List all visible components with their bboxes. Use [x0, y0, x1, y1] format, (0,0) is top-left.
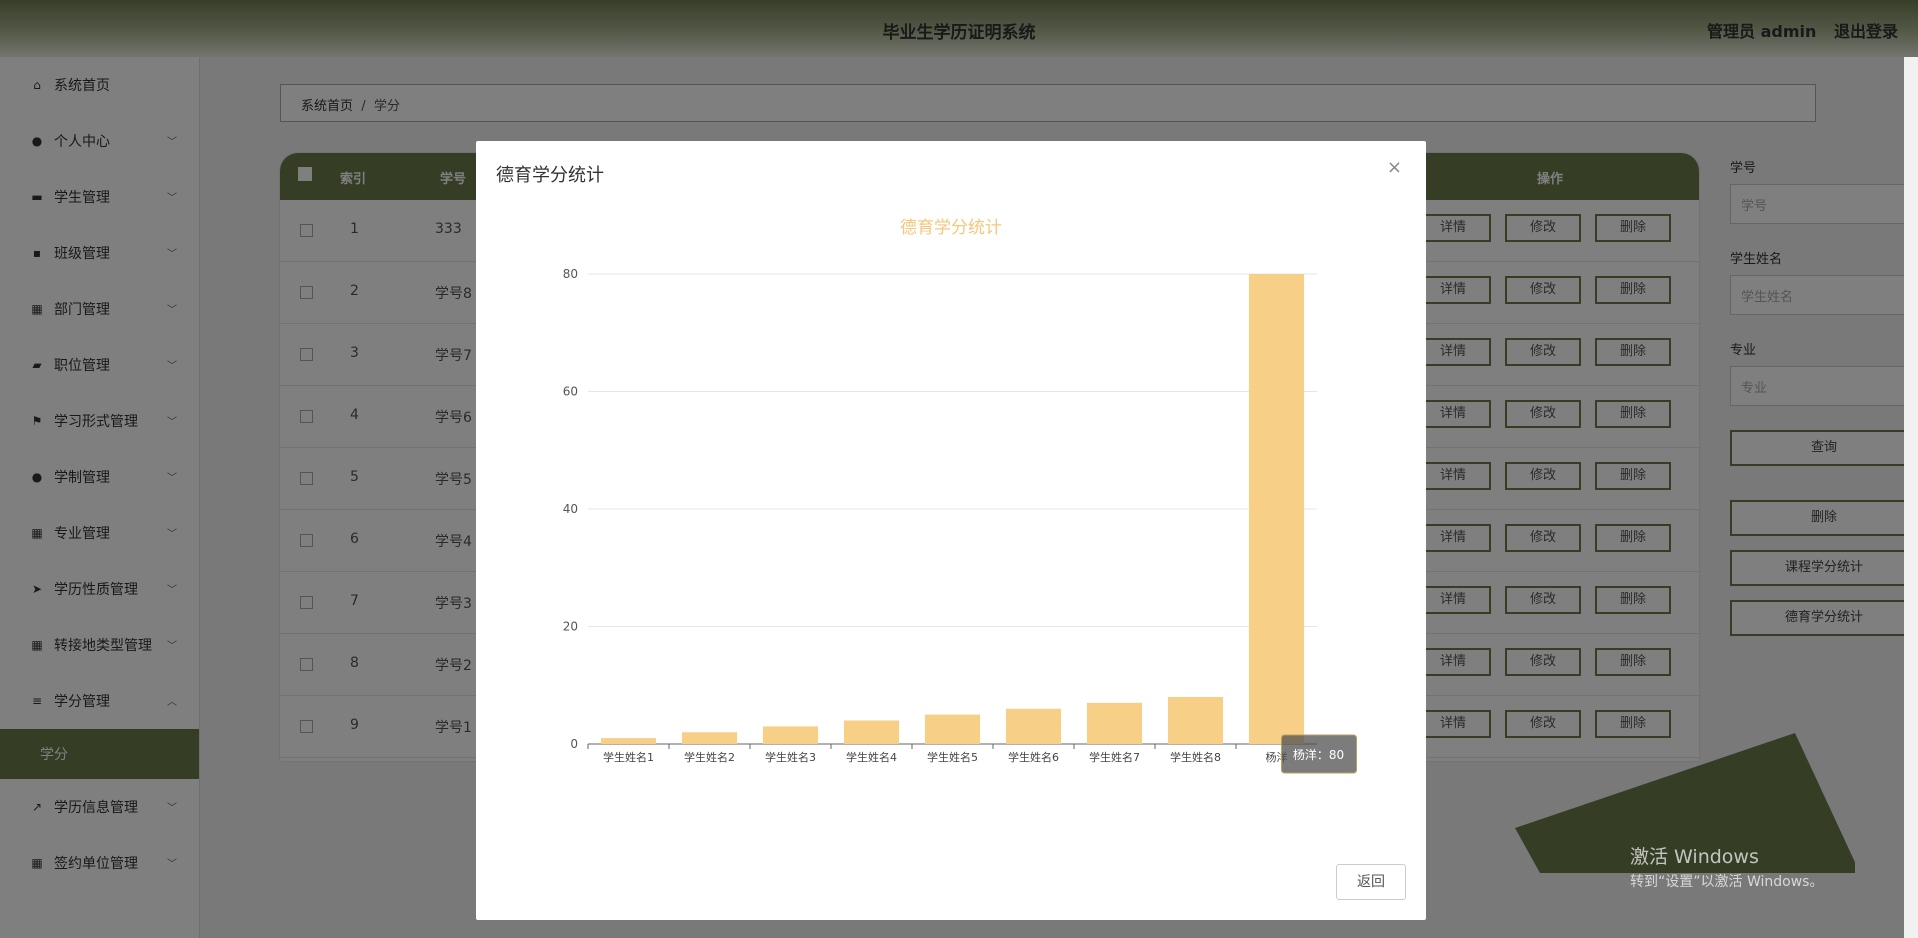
tooltip-text: 杨洋：80 [1293, 747, 1344, 762]
bar [843, 720, 900, 744]
y-tick-label: 40 [563, 502, 578, 516]
bar [1086, 702, 1143, 744]
bar [1005, 708, 1062, 744]
x-tick-label: 学生姓名4 [846, 750, 897, 764]
modal-title: 德育学分统计 [496, 165, 604, 186]
windows-watermark: 激活 Windows 转到“设置”以激活 Windows。 [1630, 842, 1823, 891]
x-tick-label: 学生姓名2 [684, 750, 735, 764]
y-tick-label: 80 [563, 267, 578, 281]
back-button[interactable]: 返回 [1336, 864, 1406, 900]
y-tick-label: 60 [563, 385, 578, 399]
x-tick-label: 学生姓名5 [927, 750, 978, 764]
close-icon[interactable]: × [1387, 157, 1402, 178]
bar [924, 714, 981, 744]
x-tick-label: 学生姓名8 [1170, 750, 1221, 764]
bar [681, 732, 738, 744]
y-tick-label: 0 [570, 737, 578, 751]
x-tick-label: 学生姓名3 [765, 750, 816, 764]
x-tick-label: 学生姓名1 [603, 750, 654, 764]
chart-svg: 德育学分统计 0 20 40 60 80 学生姓名1 学生姓名2 学生姓名3 学生姓名4 学生姓名5… [563, 218, 1357, 774]
x-tick-label: 学生姓名7 [1089, 750, 1140, 764]
watermark-line1: 激活 Windows [1630, 846, 1759, 868]
stats-modal: 德育学分统计 × 德育学分统计 0 20 40 60 80 学生姓名1 学生姓名2 学生姓名3 学… [476, 141, 1426, 920]
page-scrollbar[interactable] [1904, 57, 1918, 938]
bar [1167, 697, 1224, 744]
bar [762, 726, 819, 744]
x-tick-label: 学生姓名6 [1008, 750, 1059, 764]
moral-credit-chart: 德育学分统计 0 20 40 60 80 学生姓名1 学生姓名2 学生姓名3 学生姓名4 学生姓名5… [476, 191, 1426, 801]
chart-title: 德育学分统计 [900, 218, 1002, 238]
watermark-line2: 转到“设置”以激活 Windows。 [1630, 874, 1824, 890]
bar [1248, 274, 1305, 744]
y-tick-label: 20 [563, 620, 578, 634]
bar [600, 738, 657, 744]
